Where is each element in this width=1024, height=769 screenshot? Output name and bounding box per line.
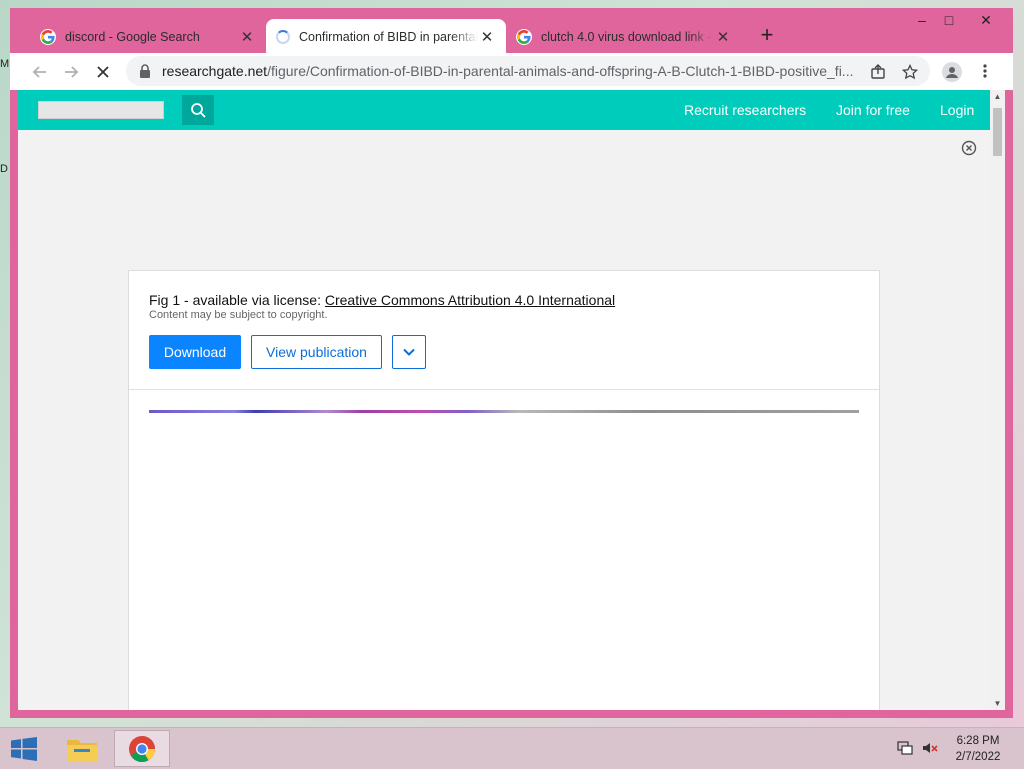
- loading-spinner-icon: [276, 29, 290, 44]
- windows-start-icon[interactable]: [10, 737, 38, 761]
- scroll-up-arrow-icon[interactable]: ▲: [990, 92, 1005, 101]
- clock-date: 2/7/2022: [955, 751, 1001, 763]
- taskbar: 6:28 PM 2/7/2022: [0, 727, 1024, 769]
- system-clock[interactable]: 6:28 PM 2/7/2022: [948, 733, 1008, 765]
- tab-title: discord - Google Search: [65, 29, 200, 44]
- browser-toolbar: researchgate.net/figure/Confirmation-of-…: [10, 53, 1013, 90]
- search-icon: [191, 103, 206, 118]
- google-icon: [516, 28, 532, 45]
- address-bar[interactable]: researchgate.net/figure/Confirmation-of-…: [126, 56, 930, 86]
- back-button[interactable]: [29, 61, 51, 83]
- nav-recruit-researchers[interactable]: Recruit researchers: [684, 102, 806, 118]
- bookmark-star-icon[interactable]: [901, 63, 919, 81]
- menu-kebab-icon[interactable]: [976, 62, 994, 80]
- tab-discord-search[interactable]: discord - Google Search ✕: [30, 19, 266, 54]
- tab-confirmation-bibd[interactable]: Confirmation of BIBD in parental animals…: [266, 19, 506, 54]
- page-scrollbar[interactable]: ▲ ▼: [990, 90, 1005, 710]
- page-viewport: Recruit researchers Join for free Login …: [18, 90, 990, 710]
- close-overlay-icon[interactable]: [961, 140, 977, 156]
- tab-title: Confirmation of BIBD in parental animals: [299, 29, 478, 44]
- tab-close-icon[interactable]: ✕: [478, 28, 496, 46]
- tab-clutch-search[interactable]: clutch 4.0 virus download link - Google …: [506, 19, 742, 54]
- figure-image-loading: [149, 410, 859, 413]
- desktop-icon-label-fragment: M: [0, 58, 10, 70]
- tab-close-icon[interactable]: ✕: [238, 28, 256, 46]
- figure-license: Fig 1 - available via license: Creative …: [149, 292, 615, 308]
- clock-time: 6:28 PM: [956, 735, 1000, 747]
- folder-icon: [67, 739, 97, 761]
- figure-card: Fig 1 - available via license: Creative …: [128, 270, 880, 710]
- stop-x-icon: [97, 66, 109, 78]
- new-tab-button[interactable]: +: [755, 24, 779, 46]
- url-host: researchgate.net: [162, 63, 268, 79]
- forward-button[interactable]: [60, 61, 82, 83]
- url-path: /figure/Confirmation-of-BIBD-in-parental…: [267, 63, 854, 79]
- scroll-thumb[interactable]: [993, 108, 1002, 156]
- view-publication-button[interactable]: View publication: [251, 335, 382, 369]
- desktop-icon-label-fragment: D: [0, 163, 8, 175]
- google-icon: [40, 28, 56, 45]
- share-icon[interactable]: [869, 63, 887, 81]
- nav-join-for-free[interactable]: Join for free: [836, 102, 910, 118]
- url-text: researchgate.net/figure/Confirmation-of-…: [162, 63, 862, 79]
- nav-login[interactable]: Login: [940, 102, 974, 118]
- license-link[interactable]: Creative Commons Attribution 4.0 Interna…: [325, 292, 615, 308]
- taskbar-chrome[interactable]: [114, 730, 170, 767]
- lock-icon: [140, 64, 150, 78]
- maximize-button[interactable]: □: [935, 12, 963, 28]
- browser-window: discord - Google Search ✕ Confirmation o…: [10, 8, 1013, 718]
- tab-close-icon[interactable]: ✕: [714, 28, 732, 46]
- tab-strip: discord - Google Search ✕ Confirmation o…: [10, 8, 1013, 54]
- site-search-input[interactable]: [38, 101, 164, 119]
- back-arrow-icon: [32, 66, 46, 78]
- chevron-down-icon: [403, 348, 415, 356]
- site-search-button[interactable]: [182, 95, 214, 125]
- forward-arrow-icon: [65, 66, 79, 78]
- chrome-icon: [129, 735, 156, 762]
- close-window-button[interactable]: ✕: [972, 12, 1000, 29]
- volume-muted-icon[interactable]: [921, 740, 939, 756]
- stop-loading-button[interactable]: [92, 61, 114, 83]
- site-header: Recruit researchers Join for free Login: [18, 90, 990, 130]
- scroll-down-arrow-icon[interactable]: ▼: [990, 699, 1005, 708]
- copyright-note: Content may be subject to copyright.: [149, 309, 328, 321]
- divider: [129, 389, 879, 390]
- download-button[interactable]: Download: [149, 335, 241, 369]
- license-prefix: Fig 1 - available via license:: [149, 292, 325, 308]
- profile-avatar-icon[interactable]: [942, 62, 962, 82]
- tab-title: clutch 4.0 virus download link - Google …: [541, 29, 714, 44]
- more-options-button[interactable]: [392, 335, 426, 369]
- minimize-button[interactable]: –: [908, 12, 936, 28]
- taskbar-file-explorer[interactable]: [54, 730, 110, 767]
- network-icon[interactable]: [897, 740, 915, 756]
